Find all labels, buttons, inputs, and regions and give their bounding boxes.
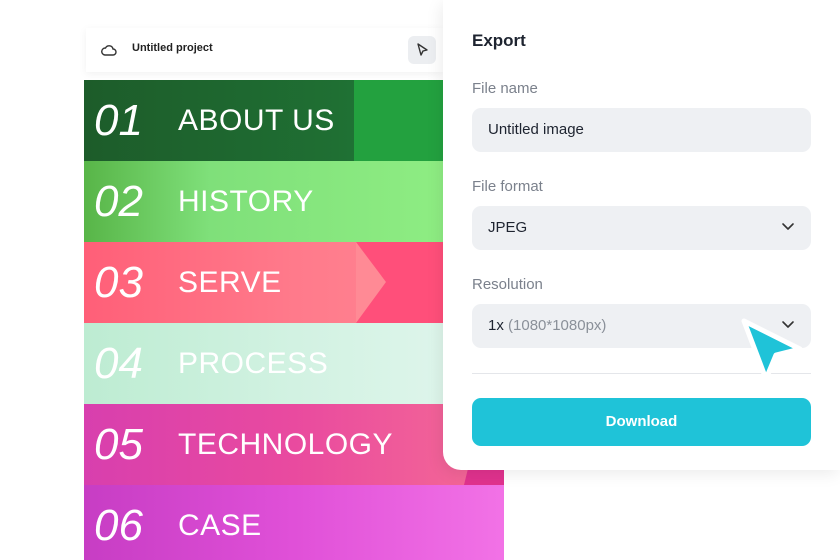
file-format-label: File format (472, 178, 543, 195)
download-button[interactable]: Download (472, 398, 811, 446)
row-label: TECHNOLOGY (178, 427, 394, 461)
resolution-detail: (1080*1080px) (508, 317, 607, 334)
row-label: ABOUT US (178, 103, 335, 137)
row-number: 05 (94, 419, 143, 469)
row-number: 02 (94, 176, 143, 226)
select-tool-button[interactable] (408, 36, 436, 64)
design-canvas[interactable]: 01 ABOUT US 02 HISTORY 03 SERVE 04 PROCE… (84, 80, 504, 560)
chevron-down-icon (782, 223, 794, 230)
panel-title: Export (472, 31, 526, 50)
file-name-label: File name (472, 80, 538, 97)
menu-row-technology[interactable]: 05 TECHNOLOGY (84, 404, 504, 485)
row-label: PROCESS (178, 346, 329, 380)
row-label: HISTORY (178, 184, 314, 218)
row-label: SERVE (178, 265, 282, 299)
menu-row-history[interactable]: 02 HISTORY (84, 161, 504, 242)
cloud-icon[interactable] (101, 43, 117, 57)
export-panel: Export File name Untitled image File for… (443, 0, 840, 470)
row-number: 03 (94, 257, 143, 307)
row-label: CASE (178, 508, 262, 542)
file-name-value: Untitled image (488, 121, 584, 138)
row-number: 01 (94, 95, 143, 145)
menu-row-about-us[interactable]: 01 ABOUT US (84, 80, 504, 161)
row-number: 06 (94, 500, 143, 550)
row-number: 04 (94, 338, 143, 388)
cursor-arrow-icon (741, 318, 803, 382)
file-format-value: JPEG (488, 219, 528, 236)
file-format-select[interactable]: JPEG (472, 206, 811, 250)
menu-row-serve[interactable]: 03 SERVE (84, 242, 504, 323)
menu-row-case[interactable]: 06 CASE (84, 485, 504, 560)
resolution-value: 1x (488, 317, 504, 334)
menu-row-process[interactable]: 04 PROCESS (84, 323, 504, 404)
pointer-icon (417, 43, 428, 56)
editor-topbar: Untitled project (86, 28, 443, 72)
project-title[interactable]: Untitled project (132, 42, 213, 54)
file-name-input[interactable]: Untitled image (472, 108, 811, 152)
resolution-label: Resolution (472, 276, 543, 293)
